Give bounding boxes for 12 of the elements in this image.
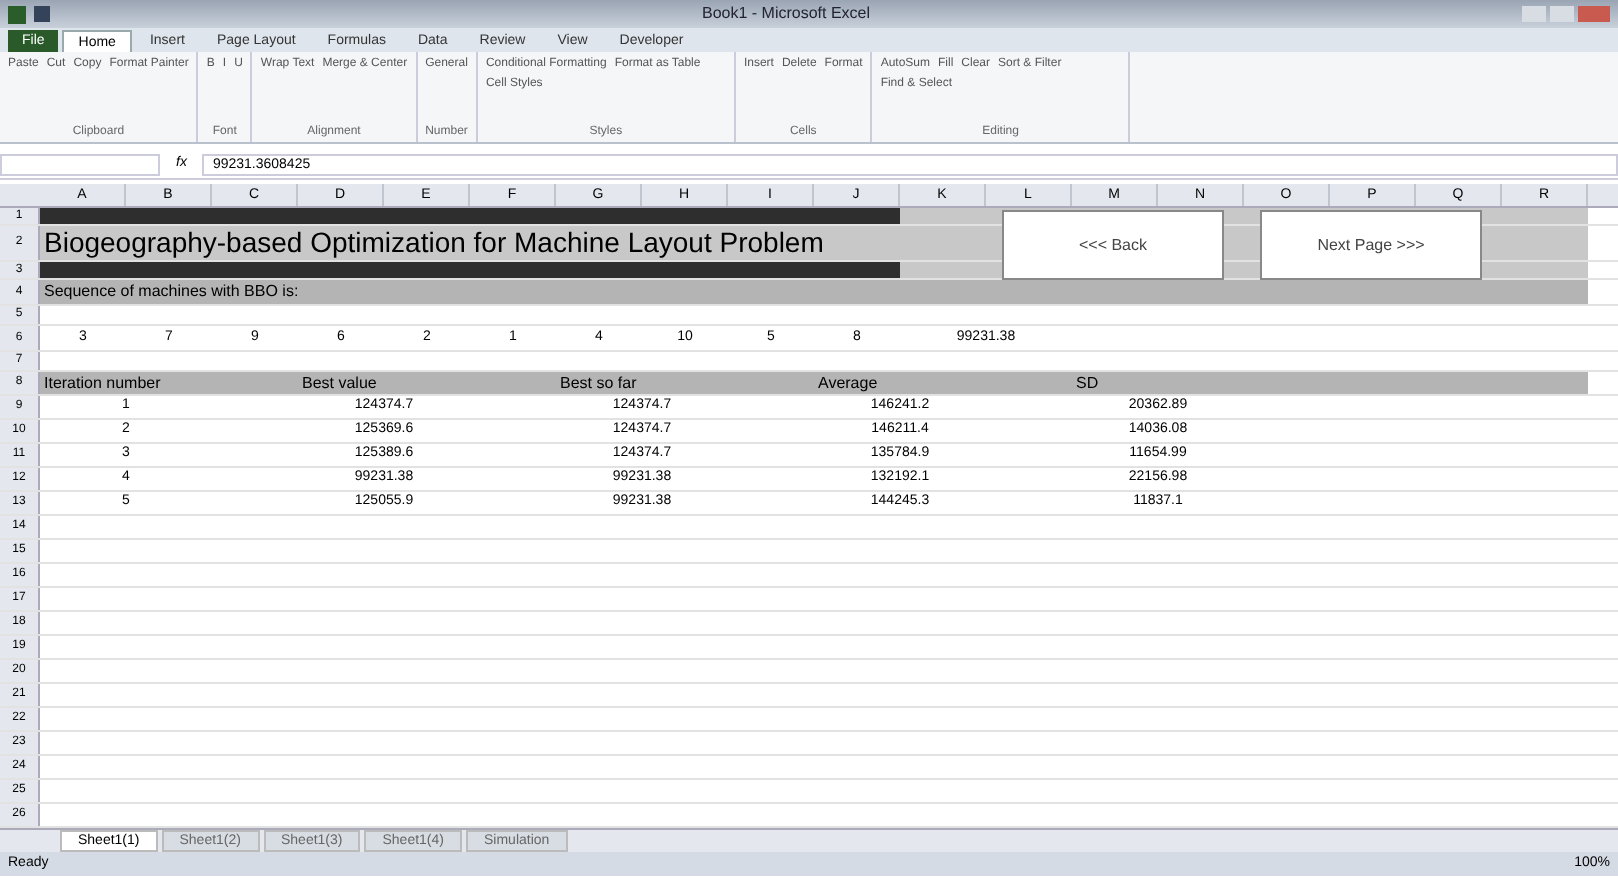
column-header: Iteration number [40,372,298,394]
column-header: SD [1072,372,1330,394]
sheet-button[interactable]: <<< Back [1002,210,1224,280]
close-icon[interactable] [1578,6,1610,22]
window-title: Book1 - Microsoft Excel [701,2,871,26]
column-header: Best so far [556,372,814,394]
sheet-button[interactable]: Next Page >>> [1260,210,1482,280]
column-header: Best value [298,372,556,394]
section-label: Sequence of machines with BBO is: [40,280,470,304]
sheet-title: Biogeography-based Optimization for Machine Layout Problem [40,226,900,260]
column-header: Average [814,372,1072,394]
name-box[interactable] [0,154,160,176]
